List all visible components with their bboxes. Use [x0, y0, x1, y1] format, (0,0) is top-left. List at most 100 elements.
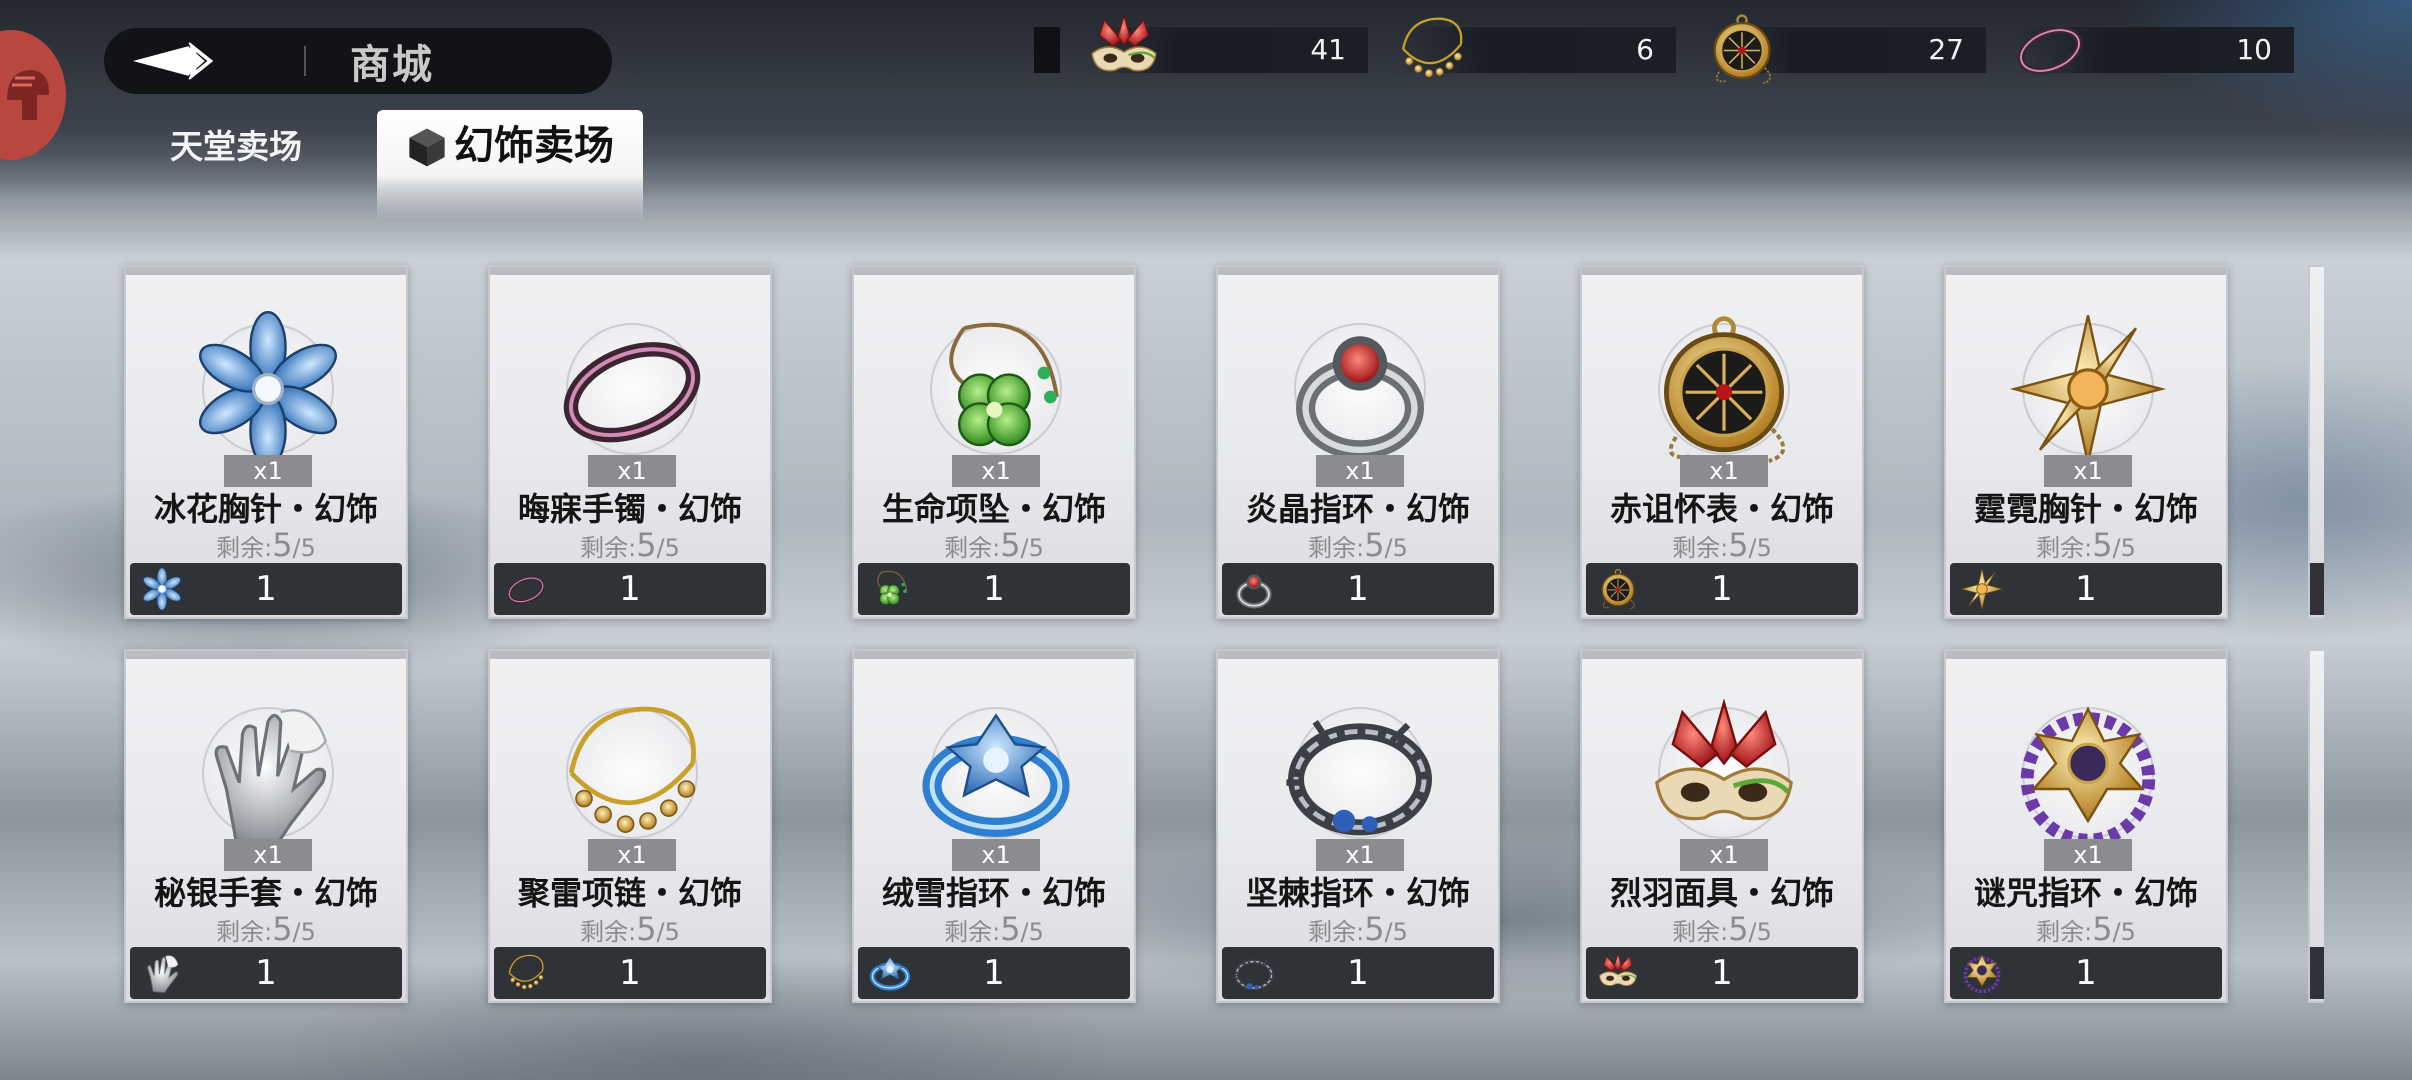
item-price: 1: [2075, 953, 2097, 993]
buy-button[interactable]: 1: [1222, 947, 1494, 999]
item-name: 炎晶指环・幻饰: [1245, 490, 1470, 528]
item-price: 1: [1347, 569, 1369, 609]
item-remaining: 剩余:5/5: [2036, 910, 2136, 948]
star-brooch-icon: [2008, 309, 2168, 469]
pocket-watch-icon: [1704, 11, 1780, 87]
item-quantity: x1: [224, 839, 312, 871]
currency-amount: 41: [1310, 33, 1346, 66]
item-quantity: x1: [1680, 839, 1768, 871]
nav-divider: [304, 46, 306, 76]
item-remaining: 剩余:5/5: [1672, 910, 1772, 948]
item-remaining: 剩余:5/5: [2036, 526, 2136, 564]
item-quantity: x1: [1316, 839, 1404, 871]
shop-item-card[interactable]: x1 谜咒指环・幻饰 剩余:5/5 1: [1944, 649, 2228, 1003]
item-price: 1: [619, 953, 641, 993]
item-name: 秘银手套・幻饰: [153, 874, 378, 912]
currency-amount: 27: [1928, 33, 1964, 66]
feather-mask-icon: [1086, 11, 1162, 87]
currency-bar-cap: [1034, 27, 1060, 73]
buy-button[interactable]: 1: [494, 563, 766, 615]
currency-feather-mask[interactable]: 41: [1092, 27, 1368, 73]
tab-illusion-shop[interactable]: 幻饰卖场: [377, 110, 643, 220]
ruby-ring-icon: [1280, 309, 1440, 469]
item-price: 1: [983, 569, 1005, 609]
gold-necklace-icon: [552, 693, 712, 853]
buy-button[interactable]: 1: [130, 563, 402, 615]
dark-bracelet-icon: [552, 309, 712, 469]
back-button[interactable]: [104, 28, 254, 94]
tab-illusion-shop-label: 幻饰卖场: [454, 122, 614, 169]
item-quantity: x1: [2044, 839, 2132, 871]
dark-bracelet-icon: [2012, 11, 2088, 87]
item-name: 坚棘指环・幻饰: [1245, 874, 1470, 912]
shop-item-card[interactable]: x1 秘银手套・幻饰 剩余:5/5 1: [124, 649, 408, 1003]
shop-item-card[interactable]: x1 霆霓胸针・幻饰 剩余:5/5 1: [1944, 265, 2228, 619]
shop-item-card[interactable]: x1 赤诅怀表・幻饰 剩余:5/5 1: [1580, 265, 1864, 619]
shop-item-card[interactable]: x1 炎晶指环・幻饰 剩余:5/5 1: [1216, 265, 1500, 619]
item-name: 绒雪指环・幻饰: [881, 874, 1106, 912]
buy-button[interactable]: 1: [1586, 563, 1858, 615]
item-remaining: 剩余:5/5: [1672, 526, 1772, 564]
buy-button[interactable]: 1: [130, 947, 402, 999]
item-quantity: x1: [952, 455, 1040, 487]
tab-paradise-shop[interactable]: 天堂卖场: [170, 120, 302, 176]
item-remaining: 剩余:5/5: [1308, 910, 1408, 948]
shop-item-card[interactable]: x1 绒雪指环・幻饰 剩余:5/5 1: [852, 649, 1136, 1003]
item-remaining: 剩余:5/5: [944, 526, 1044, 564]
item-price: 1: [1711, 953, 1733, 993]
helmet-icon: [2, 65, 52, 125]
buy-button[interactable]: 1: [858, 563, 1130, 615]
shop-item-card[interactable]: x1 坚棘指环・幻饰 剩余:5/5 1: [1216, 649, 1500, 1003]
currency-gold-necklace[interactable]: 6: [1400, 27, 1676, 73]
item-quantity: x1: [224, 455, 312, 487]
item-price: 1: [983, 953, 1005, 993]
buy-button[interactable]: 1: [1586, 947, 1858, 999]
thorn-ring-icon: [1280, 693, 1440, 853]
buy-button[interactable]: 1: [858, 947, 1130, 999]
clover-pendant-icon: [916, 309, 1076, 469]
item-quantity: x1: [952, 839, 1040, 871]
partial-item-card[interactable]: [2308, 265, 2324, 619]
buy-button[interactable]: 1: [1950, 563, 2222, 615]
back-arrow-icon: [133, 42, 225, 80]
currency-amount: 10: [2236, 33, 2272, 66]
item-remaining: 剩余:5/5: [216, 526, 316, 564]
item-name: 聚雷项链・幻饰: [517, 874, 742, 912]
cube-icon: [406, 124, 448, 170]
item-remaining: 剩余:5/5: [216, 910, 316, 948]
feather-mask-icon: [1644, 693, 1804, 853]
item-price: 1: [2075, 569, 2097, 609]
shop-item-card[interactable]: x1 生命项坠・幻饰 剩余:5/5 1: [852, 265, 1136, 619]
buy-button[interactable]: 1: [1222, 563, 1494, 615]
shop-item-card[interactable]: x1 烈羽面具・幻饰 剩余:5/5 1: [1580, 649, 1864, 1003]
item-price: 1: [1711, 569, 1733, 609]
item-name: 赤诅怀表・幻饰: [1609, 490, 1834, 528]
item-name: 冰花胸针・幻饰: [153, 490, 378, 528]
ice-ring-icon: [916, 693, 1076, 853]
silver-glove-icon: [188, 693, 348, 853]
item-name: 谜咒指环・幻饰: [1973, 874, 2198, 912]
item-quantity: x1: [2044, 455, 2132, 487]
currency-amount: 6: [1636, 33, 1654, 66]
shop-item-card[interactable]: x1 冰花胸针・幻饰 剩余:5/5 1: [124, 265, 408, 619]
currency-pocket-watch[interactable]: 27: [1710, 27, 1986, 73]
item-price: 1: [1347, 953, 1369, 993]
item-price: 1: [255, 953, 277, 993]
buy-button[interactable]: 1: [494, 947, 766, 999]
item-name: 晦寐手镯・幻饰: [517, 490, 742, 528]
item-quantity: x1: [1316, 455, 1404, 487]
item-price: 1: [255, 569, 277, 609]
shop-item-card[interactable]: x1 晦寐手镯・幻饰 剩余:5/5 1: [488, 265, 772, 619]
snowflake-brooch-icon: [188, 309, 348, 469]
partial-item-card[interactable]: [2308, 649, 2324, 1003]
shop-item-card[interactable]: x1 聚雷项链・幻饰 剩余:5/5 1: [488, 649, 772, 1003]
amethyst-ring-icon: [2008, 693, 2168, 853]
pocket-watch-icon: [1644, 309, 1804, 469]
item-remaining: 剩余:5/5: [1308, 526, 1408, 564]
item-name: 霆霓胸针・幻饰: [1973, 490, 2198, 528]
gold-necklace-icon: [1394, 11, 1470, 87]
buy-button[interactable]: 1: [1950, 947, 2222, 999]
page-title: 商城: [350, 41, 434, 88]
currency-dark-bracelet[interactable]: 10: [2018, 27, 2294, 73]
item-remaining: 剩余:5/5: [944, 910, 1044, 948]
